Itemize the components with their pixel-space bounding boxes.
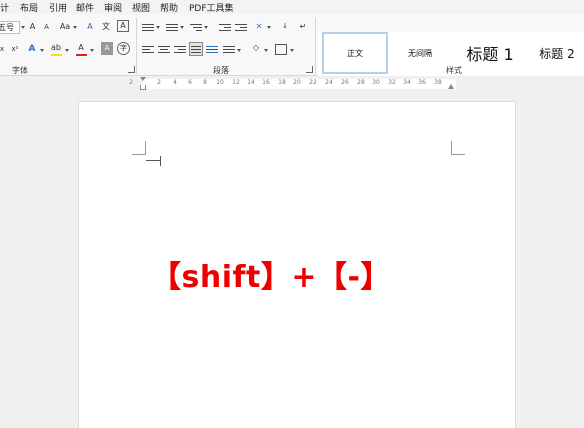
right-indent-marker[interactable]	[448, 84, 454, 89]
paragraph-group-label: 段落	[213, 66, 229, 75]
menu-mailings[interactable]: 邮件	[76, 1, 94, 14]
style-heading-1[interactable]: 标题 1	[452, 32, 528, 74]
menu-help[interactable]: 帮助	[160, 1, 178, 14]
sort-icon[interactable]: ↓	[279, 20, 291, 33]
group-divider	[136, 18, 137, 74]
enclose-characters-button[interactable]: 字	[117, 42, 130, 55]
align-center-icon[interactable]	[158, 44, 170, 55]
ruler-number: 30	[372, 79, 380, 86]
line-spacing-caret-icon[interactable]	[237, 49, 241, 52]
ruler-number: 18	[278, 79, 286, 86]
font-dialog-launcher-icon[interactable]	[128, 66, 135, 73]
shrink-font-button[interactable]: A	[41, 21, 52, 34]
ruler-number: 36	[418, 79, 426, 86]
superscript-button[interactable]: x²	[10, 43, 20, 56]
menu-layout[interactable]: 布局	[20, 1, 38, 14]
font-group-label: 字体	[12, 66, 28, 75]
ruler-number: 4	[173, 79, 177, 86]
ruler-number: 2	[129, 79, 133, 86]
bullets-icon[interactable]	[142, 22, 154, 33]
chinese-layout-caret-icon[interactable]	[267, 26, 271, 29]
show-marks-icon[interactable]: ↵	[297, 21, 309, 34]
align-right-icon[interactable]	[174, 44, 186, 55]
text-effects-button[interactable]: A	[26, 43, 38, 56]
ruler-number: 28	[357, 79, 365, 86]
ruler-number: 26	[341, 79, 349, 86]
menu-view[interactable]: 视图	[132, 1, 150, 14]
text-effects-caret-icon[interactable]	[40, 49, 44, 52]
ruler-number: 14	[247, 79, 255, 86]
highlight-color-swatch	[51, 54, 62, 56]
font-color-swatch	[76, 54, 87, 56]
margin-corner-top-right	[451, 141, 465, 155]
numbering-icon[interactable]	[166, 22, 178, 33]
ribbon: 五号 A A Aa A 文 A x x² A ab A A 字 字体 ✕ ↓ ↵…	[0, 14, 584, 76]
ruler-number: 38	[434, 79, 442, 86]
distributed-icon[interactable]	[206, 44, 218, 55]
highlight-caret-icon[interactable]	[65, 49, 69, 52]
character-border-button[interactable]: A	[117, 20, 129, 32]
menu-review[interactable]: 审阅	[104, 1, 122, 14]
ruler-number: 24	[325, 79, 333, 86]
ruler-number: 20	[293, 79, 301, 86]
ruler-number: 12	[232, 79, 240, 86]
ruler-number: 10	[216, 79, 224, 86]
paragraph-shading-caret-icon[interactable]	[264, 49, 268, 52]
grow-font-button[interactable]: A	[27, 21, 38, 34]
change-case-caret-icon[interactable]	[73, 26, 77, 29]
increase-indent-icon[interactable]	[235, 22, 247, 33]
bullets-caret-icon[interactable]	[156, 26, 160, 29]
decrease-indent-icon[interactable]	[219, 22, 231, 33]
change-case-button[interactable]: Aa	[58, 21, 72, 34]
numbering-caret-icon[interactable]	[180, 26, 184, 29]
document-page[interactable]: 【shift】+【-】	[78, 101, 516, 428]
font-color-caret-icon[interactable]	[90, 49, 94, 52]
multilevel-caret-icon[interactable]	[204, 26, 208, 29]
ruler-number: 6	[188, 79, 192, 86]
justify-icon[interactable]	[189, 42, 203, 56]
style-heading-2[interactable]: 标题 2	[530, 32, 584, 74]
horizontal-ruler: 2 2 4 6 8 10 12 14 16 18 20 22 24 26 28 …	[0, 77, 584, 91]
align-left-icon[interactable]	[142, 44, 154, 55]
line-spacing-icon[interactable]	[223, 44, 235, 55]
ruler-number: 34	[403, 79, 411, 86]
left-indent-marker[interactable]	[140, 85, 146, 90]
text-cursor	[146, 154, 162, 166]
margin-corner-top-left	[132, 141, 146, 155]
character-shading-button[interactable]: A	[101, 42, 113, 55]
paragraph-shading-icon[interactable]: ◇	[250, 42, 262, 55]
style-normal[interactable]: 正文	[322, 32, 388, 74]
font-size-caret-icon[interactable]	[21, 26, 25, 29]
subscript-button[interactable]: x	[0, 43, 6, 56]
ruler-number: 32	[388, 79, 396, 86]
first-line-indent-marker[interactable]	[140, 77, 146, 81]
borders-caret-icon[interactable]	[290, 49, 294, 52]
ruler-number: 22	[309, 79, 317, 86]
style-no-spacing[interactable]: 无间隔	[390, 32, 450, 74]
phonetic-guide-button[interactable]: 文	[100, 21, 112, 34]
ruler-number: 16	[262, 79, 270, 86]
document-text[interactable]: 【shift】+【-】	[151, 252, 391, 296]
borders-icon[interactable]	[275, 44, 287, 55]
chinese-layout-icon[interactable]: ✕	[253, 21, 265, 34]
menu-references[interactable]: 引用	[49, 1, 67, 14]
paragraph-dialog-launcher-icon[interactable]	[306, 66, 313, 73]
multilevel-list-icon[interactable]	[190, 22, 202, 33]
menu-pdf-tools[interactable]: PDF工具集	[189, 1, 234, 14]
group-divider	[315, 18, 316, 74]
styles-group-label: 样式	[446, 66, 462, 75]
clear-format-button[interactable]: A	[84, 21, 96, 34]
menu-bar: 计 布局 引用 邮件 审阅 视图 帮助 PDF工具集	[0, 0, 584, 14]
menu-design[interactable]: 计	[0, 1, 9, 14]
ruler-number: 8	[203, 79, 207, 86]
ruler-number: 2	[157, 79, 161, 86]
highlighter-icon: ab	[51, 43, 61, 52]
font-size-select[interactable]: 五号	[0, 21, 20, 34]
